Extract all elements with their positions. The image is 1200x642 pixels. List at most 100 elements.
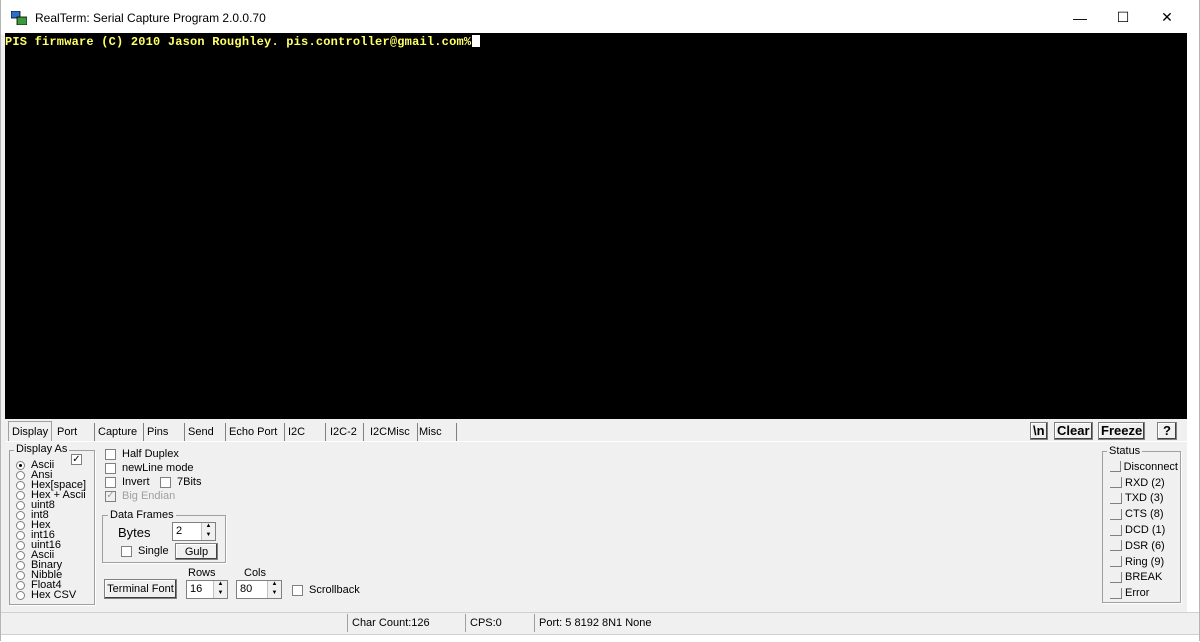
tab-capture[interactable]: Capture <box>95 423 144 441</box>
checkbox-icon: ✓ <box>105 490 116 502</box>
radio-icon <box>16 560 25 570</box>
app-icon <box>11 11 27 25</box>
led-icon <box>1110 540 1122 552</box>
radio-uint16[interactable]: uint16 <box>16 540 92 551</box>
radio-int8[interactable]: int8 <box>16 510 92 521</box>
checkbox-icon <box>292 584 303 596</box>
gulp-button[interactable]: Gulp <box>175 543 218 560</box>
terminal-text: PIS firmware (C) 2010 Jason Roughley. pi… <box>5 35 472 49</box>
radio-icon <box>16 590 25 600</box>
radio-icon <box>16 550 25 560</box>
display-as-legend: Display As <box>14 443 70 455</box>
led-icon <box>1110 571 1122 583</box>
minimize-button[interactable]: — <box>1057 0 1103 35</box>
led-icon <box>1110 477 1122 489</box>
checkbox-icon <box>105 476 116 488</box>
radio-icon <box>16 520 25 530</box>
status-ring: Ring (9) <box>1110 554 1178 570</box>
big-endian-option[interactable]: ✓ Big Endian <box>105 489 175 503</box>
maximize-button[interactable]: ☐ <box>1100 0 1146 35</box>
checkbox-icon <box>160 476 171 488</box>
radio-hex-csv[interactable]: Hex CSV <box>16 590 92 601</box>
tab-i2c-2[interactable]: I2C-2 <box>327 423 364 441</box>
status-dcd: DCD (1) <box>1110 522 1178 538</box>
rows-stepper[interactable]: 16 ▲ ▼ <box>186 580 228 599</box>
7bits-option[interactable]: 7Bits <box>160 475 201 489</box>
spin-down-icon[interactable]: ▼ <box>268 590 281 599</box>
spin-up-icon[interactable]: ▲ <box>214 581 227 590</box>
led-icon <box>1110 524 1122 536</box>
radio-icon <box>16 530 25 540</box>
spin-down-icon[interactable]: ▼ <box>202 532 215 541</box>
radio-icon <box>16 500 25 510</box>
tab-echo-port[interactable]: Echo Port <box>226 423 285 441</box>
status-legend: Status <box>1107 445 1143 457</box>
tab-display[interactable]: Display <box>8 421 53 442</box>
minimize-icon: — <box>1073 9 1087 26</box>
help-button[interactable]: ? <box>1157 422 1177 440</box>
radio-icon <box>16 470 25 480</box>
char-count: Char Count:126 <box>347 614 462 632</box>
text-cursor <box>472 35 481 47</box>
status-cts: CTS (8) <box>1110 506 1178 522</box>
led-icon <box>1110 461 1121 473</box>
cols-label: Cols <box>244 567 267 579</box>
scrollback-option[interactable]: Scrollback <box>292 583 360 597</box>
radio-ascii[interactable]: Ascii <box>16 460 92 471</box>
rows-label: Rows <box>188 567 216 579</box>
tab-i2cmisc[interactable]: I2CMisc <box>367 423 418 441</box>
radio-icon <box>16 540 25 550</box>
tab-i2c[interactable]: I2C <box>285 423 326 441</box>
freeze-button[interactable]: Freeze <box>1098 422 1146 440</box>
background-strip <box>1187 35 1199 630</box>
radio-icon <box>16 570 25 580</box>
tab-pins[interactable]: Pins <box>144 423 185 441</box>
checkbox-icon <box>121 545 132 557</box>
clear-button[interactable]: Clear <box>1054 422 1093 440</box>
bytes-value: 2 <box>176 525 183 537</box>
terminal-font-button[interactable]: Terminal Font <box>104 579 177 599</box>
tab-port[interactable]: Port <box>54 423 95 441</box>
tab-send[interactable]: Send <box>185 423 226 441</box>
radio-icon <box>16 510 25 520</box>
status-break[interactable]: BREAK <box>1110 570 1178 586</box>
checkbox-icon <box>105 462 116 474</box>
terminal-area[interactable] <box>5 33 1187 419</box>
close-button[interactable]: ✕ <box>1144 0 1190 35</box>
single-option[interactable]: Single <box>121 544 169 558</box>
invert-option[interactable]: Invert <box>105 475 150 489</box>
newline-mode-option[interactable]: newLine mode <box>105 461 194 475</box>
window-border-left <box>0 0 1 641</box>
radio-icon <box>16 580 25 590</box>
status-indicators: Disconnect RXD (2) TXD (3) CTS (8) DCD (… <box>1110 459 1178 601</box>
half-duplex-option[interactable]: Half Duplex <box>105 447 179 461</box>
radio-icon <box>16 490 25 500</box>
maximize-icon: ☐ <box>1116 9 1130 25</box>
cps-display: CPS:0 <box>465 614 532 632</box>
radio-uint8[interactable]: uint8 <box>16 500 92 511</box>
terminal-output: PIS firmware (C) 2010 Jason Roughley. pi… <box>5 35 481 49</box>
cols-value: 80 <box>240 583 253 595</box>
radio-icon <box>16 480 25 490</box>
status-txd: TXD (3) <box>1110 491 1178 507</box>
status-disconnect[interactable]: Disconnect <box>1110 459 1178 475</box>
led-icon <box>1110 587 1122 599</box>
newline-button[interactable]: \n <box>1030 422 1048 440</box>
spin-up-icon[interactable]: ▲ <box>268 581 281 590</box>
close-icon: ✕ <box>1161 9 1173 25</box>
led-icon <box>1110 556 1122 568</box>
spin-up-icon[interactable]: ▲ <box>202 523 215 532</box>
led-icon <box>1110 508 1122 520</box>
status-error[interactable]: Error <box>1110 585 1178 601</box>
radio-icon <box>16 460 25 470</box>
status-rxd: RXD (2) <box>1110 475 1178 491</box>
display-as-options: Ascii Ansi Hex[space] Hex + Ascii uint8 … <box>16 460 92 601</box>
window-title: RealTerm: Serial Capture Program 2.0.0.7… <box>35 11 266 25</box>
port-status: Port: 5 8192 8N1 None <box>534 614 709 632</box>
tab-misc[interactable]: Misc <box>416 423 457 441</box>
bytes-stepper[interactable]: 2 ▲ ▼ <box>172 522 216 541</box>
data-frames-legend: Data Frames <box>108 509 176 521</box>
rows-value: 16 <box>190 583 203 595</box>
cols-stepper[interactable]: 80 ▲ ▼ <box>236 580 282 599</box>
spin-down-icon[interactable]: ▼ <box>214 590 227 599</box>
